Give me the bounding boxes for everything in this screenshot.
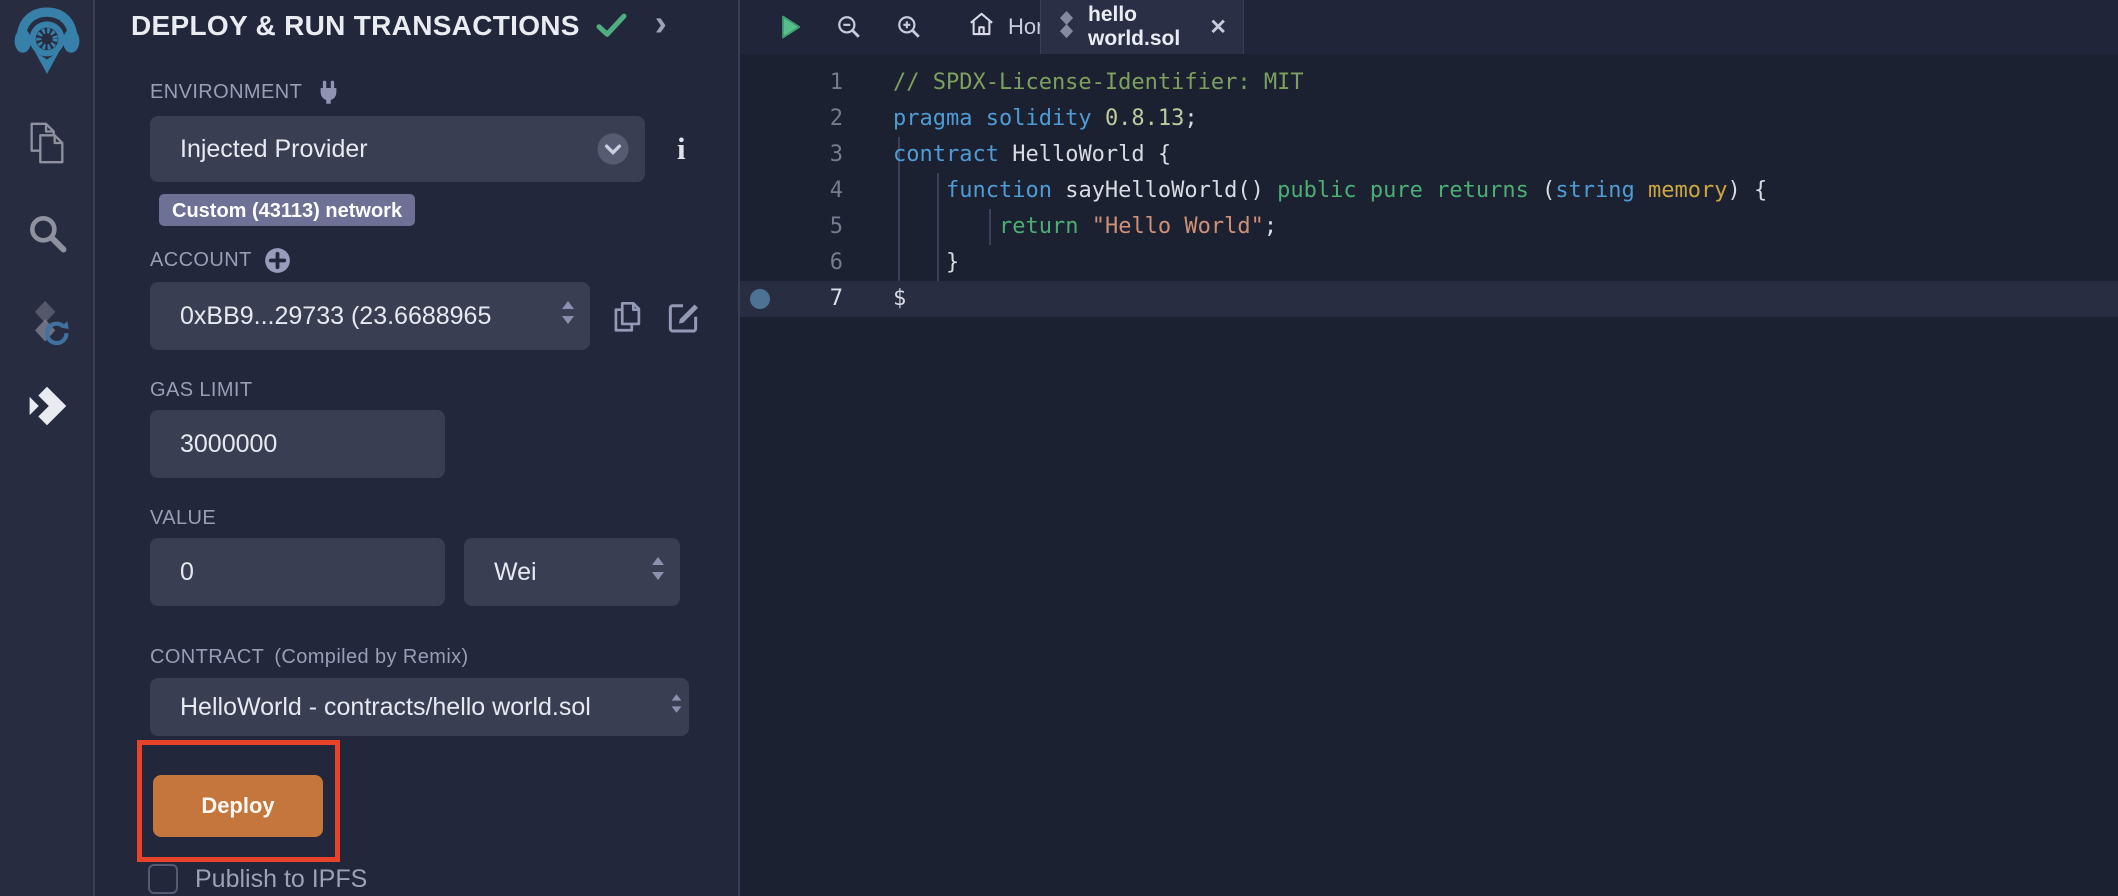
gas-limit-label: GAS LIMIT — [150, 378, 738, 402]
zoom-in-icon[interactable] — [896, 14, 922, 45]
code-line-2[interactable]: 2 pragma solidity 0.8.13; — [740, 101, 2118, 137]
editor-tabbar: Home hello world.sol ✕ — [740, 0, 2118, 54]
account-label: ACCOUNT — [150, 248, 738, 272]
code-line-1[interactable]: 1 // SPDX-License-Identifier: MIT — [740, 65, 2118, 101]
remix-ide: DEPLOY & RUN TRANSACTIONS › ENVIRONMENT — [0, 0, 2118, 896]
editor: Home hello world.sol ✕ 1 // SPDX-License-… — [738, 0, 2118, 896]
panel-title: DEPLOY & RUN TRANSACTIONS — [131, 10, 580, 42]
line-number: 3 — [740, 137, 843, 173]
code-line-7[interactable]: 7$ — [740, 281, 2118, 317]
publish-ipfs-checkbox[interactable] — [148, 864, 178, 894]
file-explorer-icon[interactable] — [0, 120, 94, 166]
copy-account-icon[interactable] — [608, 297, 646, 335]
home-icon — [968, 11, 995, 43]
account-row: 0xBB9...29733 (23.6688965 — [150, 282, 738, 350]
line-number: 4 — [740, 173, 843, 209]
publish-ipfs-label: Publish to IPFS — [195, 865, 367, 894]
zoom-out-icon[interactable] — [836, 14, 862, 45]
gas-limit-input[interactable]: 3000000 — [150, 410, 445, 478]
environment-row: Injected Provider i — [150, 116, 738, 182]
plus-circle-icon[interactable] — [264, 247, 291, 274]
network-badge: Custom (43113) network — [159, 194, 415, 226]
code-text: function sayHelloWorld() public pure ret… — [893, 173, 1767, 209]
line-number: 5 — [740, 209, 843, 245]
solidity-file-icon — [1057, 10, 1076, 45]
close-tab-icon[interactable]: ✕ — [1209, 15, 1227, 40]
deploy-run-icon[interactable] — [0, 384, 94, 428]
deploy-button[interactable]: Deploy — [153, 775, 323, 837]
value-label: VALUE — [150, 506, 738, 530]
value-unit-select[interactable]: Wei — [464, 538, 680, 606]
code-line-3[interactable]: 3 contract HelloWorld { — [740, 137, 2118, 173]
remix-logo-icon[interactable] — [14, 6, 80, 78]
code-line-4[interactable]: 4 function sayHelloWorld() public pure r… — [740, 173, 2118, 209]
code-line-5[interactable]: 5 return "Hello World"; — [740, 209, 2118, 245]
select-arrows-icon — [650, 555, 666, 589]
select-arrows-icon — [670, 692, 683, 722]
plug-icon[interactable] — [315, 79, 342, 106]
run-script-icon[interactable] — [776, 13, 804, 46]
publish-row: Publish to IPFS — [148, 864, 738, 894]
code-text: // SPDX-License-Identifier: MIT — [893, 65, 1304, 101]
account-select[interactable]: 0xBB9...29733 (23.6688965 — [150, 282, 590, 350]
code-text: pragma solidity 0.8.13; — [893, 101, 1198, 137]
value-input[interactable]: 0 — [150, 538, 445, 606]
value-row: 0 Wei — [150, 538, 738, 606]
search-icon[interactable] — [0, 211, 94, 255]
code-lines: 1 // SPDX-License-Identifier: MIT 2 pragma … — [740, 65, 2118, 317]
icon-sidebar — [0, 0, 95, 896]
code-line-6[interactable]: 6 } — [740, 245, 2118, 281]
deploy-highlight-box: Deploy — [137, 740, 340, 862]
code-text: $ — [893, 281, 906, 317]
select-arrows-icon — [560, 299, 576, 333]
tab-file-label: hello world.sol — [1088, 3, 1195, 51]
chevron-down-circle-icon — [596, 132, 630, 173]
code-area[interactable]: 1 // SPDX-License-Identifier: MIT 2 pragma … — [740, 54, 2118, 896]
line-number: 6 — [740, 245, 843, 281]
panel-collapse-chevron-icon[interactable]: › — [655, 5, 667, 41]
solidity-compiler-icon[interactable] — [0, 299, 94, 347]
deploy-run-panel: DEPLOY & RUN TRANSACTIONS › ENVIRONMENT — [95, 0, 738, 896]
contract-sublabel: (Compiled by Remix) — [274, 646, 468, 669]
contract-select[interactable]: HelloWorld - contracts/hello world.sol — [150, 678, 689, 736]
panel-body: ENVIRONMENT Injected Provider — [95, 80, 738, 894]
edit-account-icon[interactable] — [664, 297, 702, 335]
panel-header: DEPLOY & RUN TRANSACTIONS › — [95, 0, 738, 52]
tab-hello-world-sol[interactable]: hello world.sol ✕ — [1040, 0, 1244, 54]
environment-label: ENVIRONMENT — [150, 80, 738, 104]
code-text: } — [893, 245, 959, 281]
line-number: 1 — [740, 65, 843, 101]
code-text: contract HelloWorld { — [893, 137, 1171, 173]
code-text: return "Hello World"; — [893, 209, 1277, 245]
info-icon[interactable]: i — [677, 131, 686, 167]
contract-label: CONTRACT (Compiled by Remix) — [150, 646, 738, 670]
compiled-check-icon — [596, 13, 627, 43]
environment-select[interactable]: Injected Provider — [150, 116, 645, 182]
line-number: 2 — [740, 101, 843, 137]
line-number: 7 — [740, 281, 843, 317]
